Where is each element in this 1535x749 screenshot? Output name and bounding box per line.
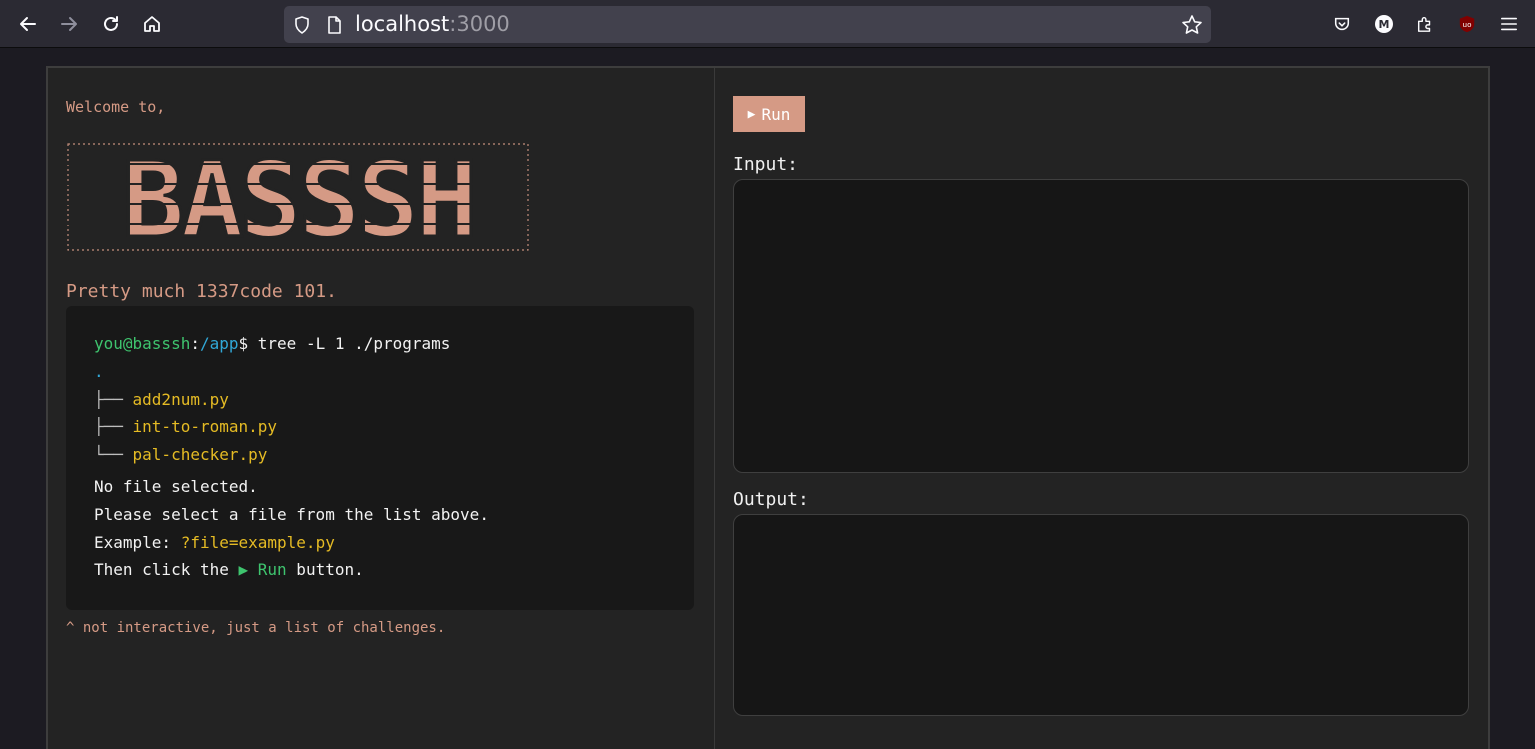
url-bar[interactable]: localhost:3000	[284, 6, 1211, 43]
svg-text:BASSSH: BASSSH	[122, 139, 474, 256]
reload-icon[interactable]	[95, 8, 127, 40]
page-icon[interactable]	[324, 15, 344, 35]
run-button[interactable]: ▶ Run	[733, 96, 805, 132]
tree-root: .	[94, 362, 104, 381]
output-label: Output:	[733, 489, 809, 510]
tagline: Pretty much 1337code 101.	[66, 281, 337, 302]
run-button-label: Run	[761, 104, 791, 124]
panel-divider	[714, 68, 715, 749]
command-text: tree -L 1 ./programs	[248, 334, 451, 353]
list-item: └── pal-checker.py	[94, 445, 268, 464]
input-textarea[interactable]	[733, 179, 1469, 473]
play-icon: ▶	[747, 106, 756, 122]
welcome-text: Welcome to,	[66, 98, 166, 116]
svg-text:uo: uo	[1463, 20, 1472, 29]
file-name: pal-checker.py	[132, 445, 268, 464]
ublock-icon[interactable]: uo	[1455, 12, 1479, 36]
list-item: ├── int-to-roman.py	[94, 417, 278, 436]
list-item: ├── add2num.py	[94, 390, 229, 409]
output-textarea[interactable]	[733, 514, 1469, 716]
bookmark-star-icon[interactable]	[1181, 14, 1203, 36]
select-file-message: Please select a file from the list above…	[94, 505, 489, 524]
browser-toolbar: localhost:3000 M uo	[0, 0, 1535, 48]
run-reference: ▶ Run	[238, 560, 287, 579]
prompt-line: you@basssh:/app$ tree -L 1 ./programs	[94, 334, 451, 353]
app-frame: Welcome to, BASSSH Pretty much 1337code …	[46, 66, 1490, 749]
example-line: Example: ?file=example.py	[94, 533, 335, 552]
prompt-path: /app	[199, 334, 239, 353]
prompt-user: you@basssh	[94, 334, 191, 353]
back-icon[interactable]	[12, 8, 44, 40]
home-icon[interactable]	[136, 8, 168, 40]
example-query: ?file=example.py	[180, 533, 335, 552]
file-name: int-to-roman.py	[132, 417, 278, 436]
terminal-block: you@basssh:/app$ tree -L 1 ./programs . …	[66, 306, 694, 610]
forward-icon[interactable]	[53, 8, 85, 40]
file-name: add2num.py	[132, 390, 229, 409]
menu-icon[interactable]	[1497, 12, 1521, 36]
input-label: Input:	[733, 154, 799, 175]
url-text[interactable]: localhost:3000	[355, 12, 510, 36]
footnote: ^ not interactive, just a list of challe…	[66, 620, 446, 636]
shield-icon[interactable]	[292, 15, 312, 35]
basssh-ascii-banner: BASSSH	[66, 138, 530, 256]
pocket-icon[interactable]	[1330, 12, 1354, 36]
instruction-line: Then click the ▶ Run button.	[94, 560, 364, 579]
extensions-icon[interactable]	[1413, 12, 1437, 36]
account-icon[interactable]: M	[1372, 12, 1396, 36]
no-file-message: No file selected.	[94, 477, 258, 496]
runner-panel: ▶ Run Input: Output:	[733, 68, 1471, 749]
